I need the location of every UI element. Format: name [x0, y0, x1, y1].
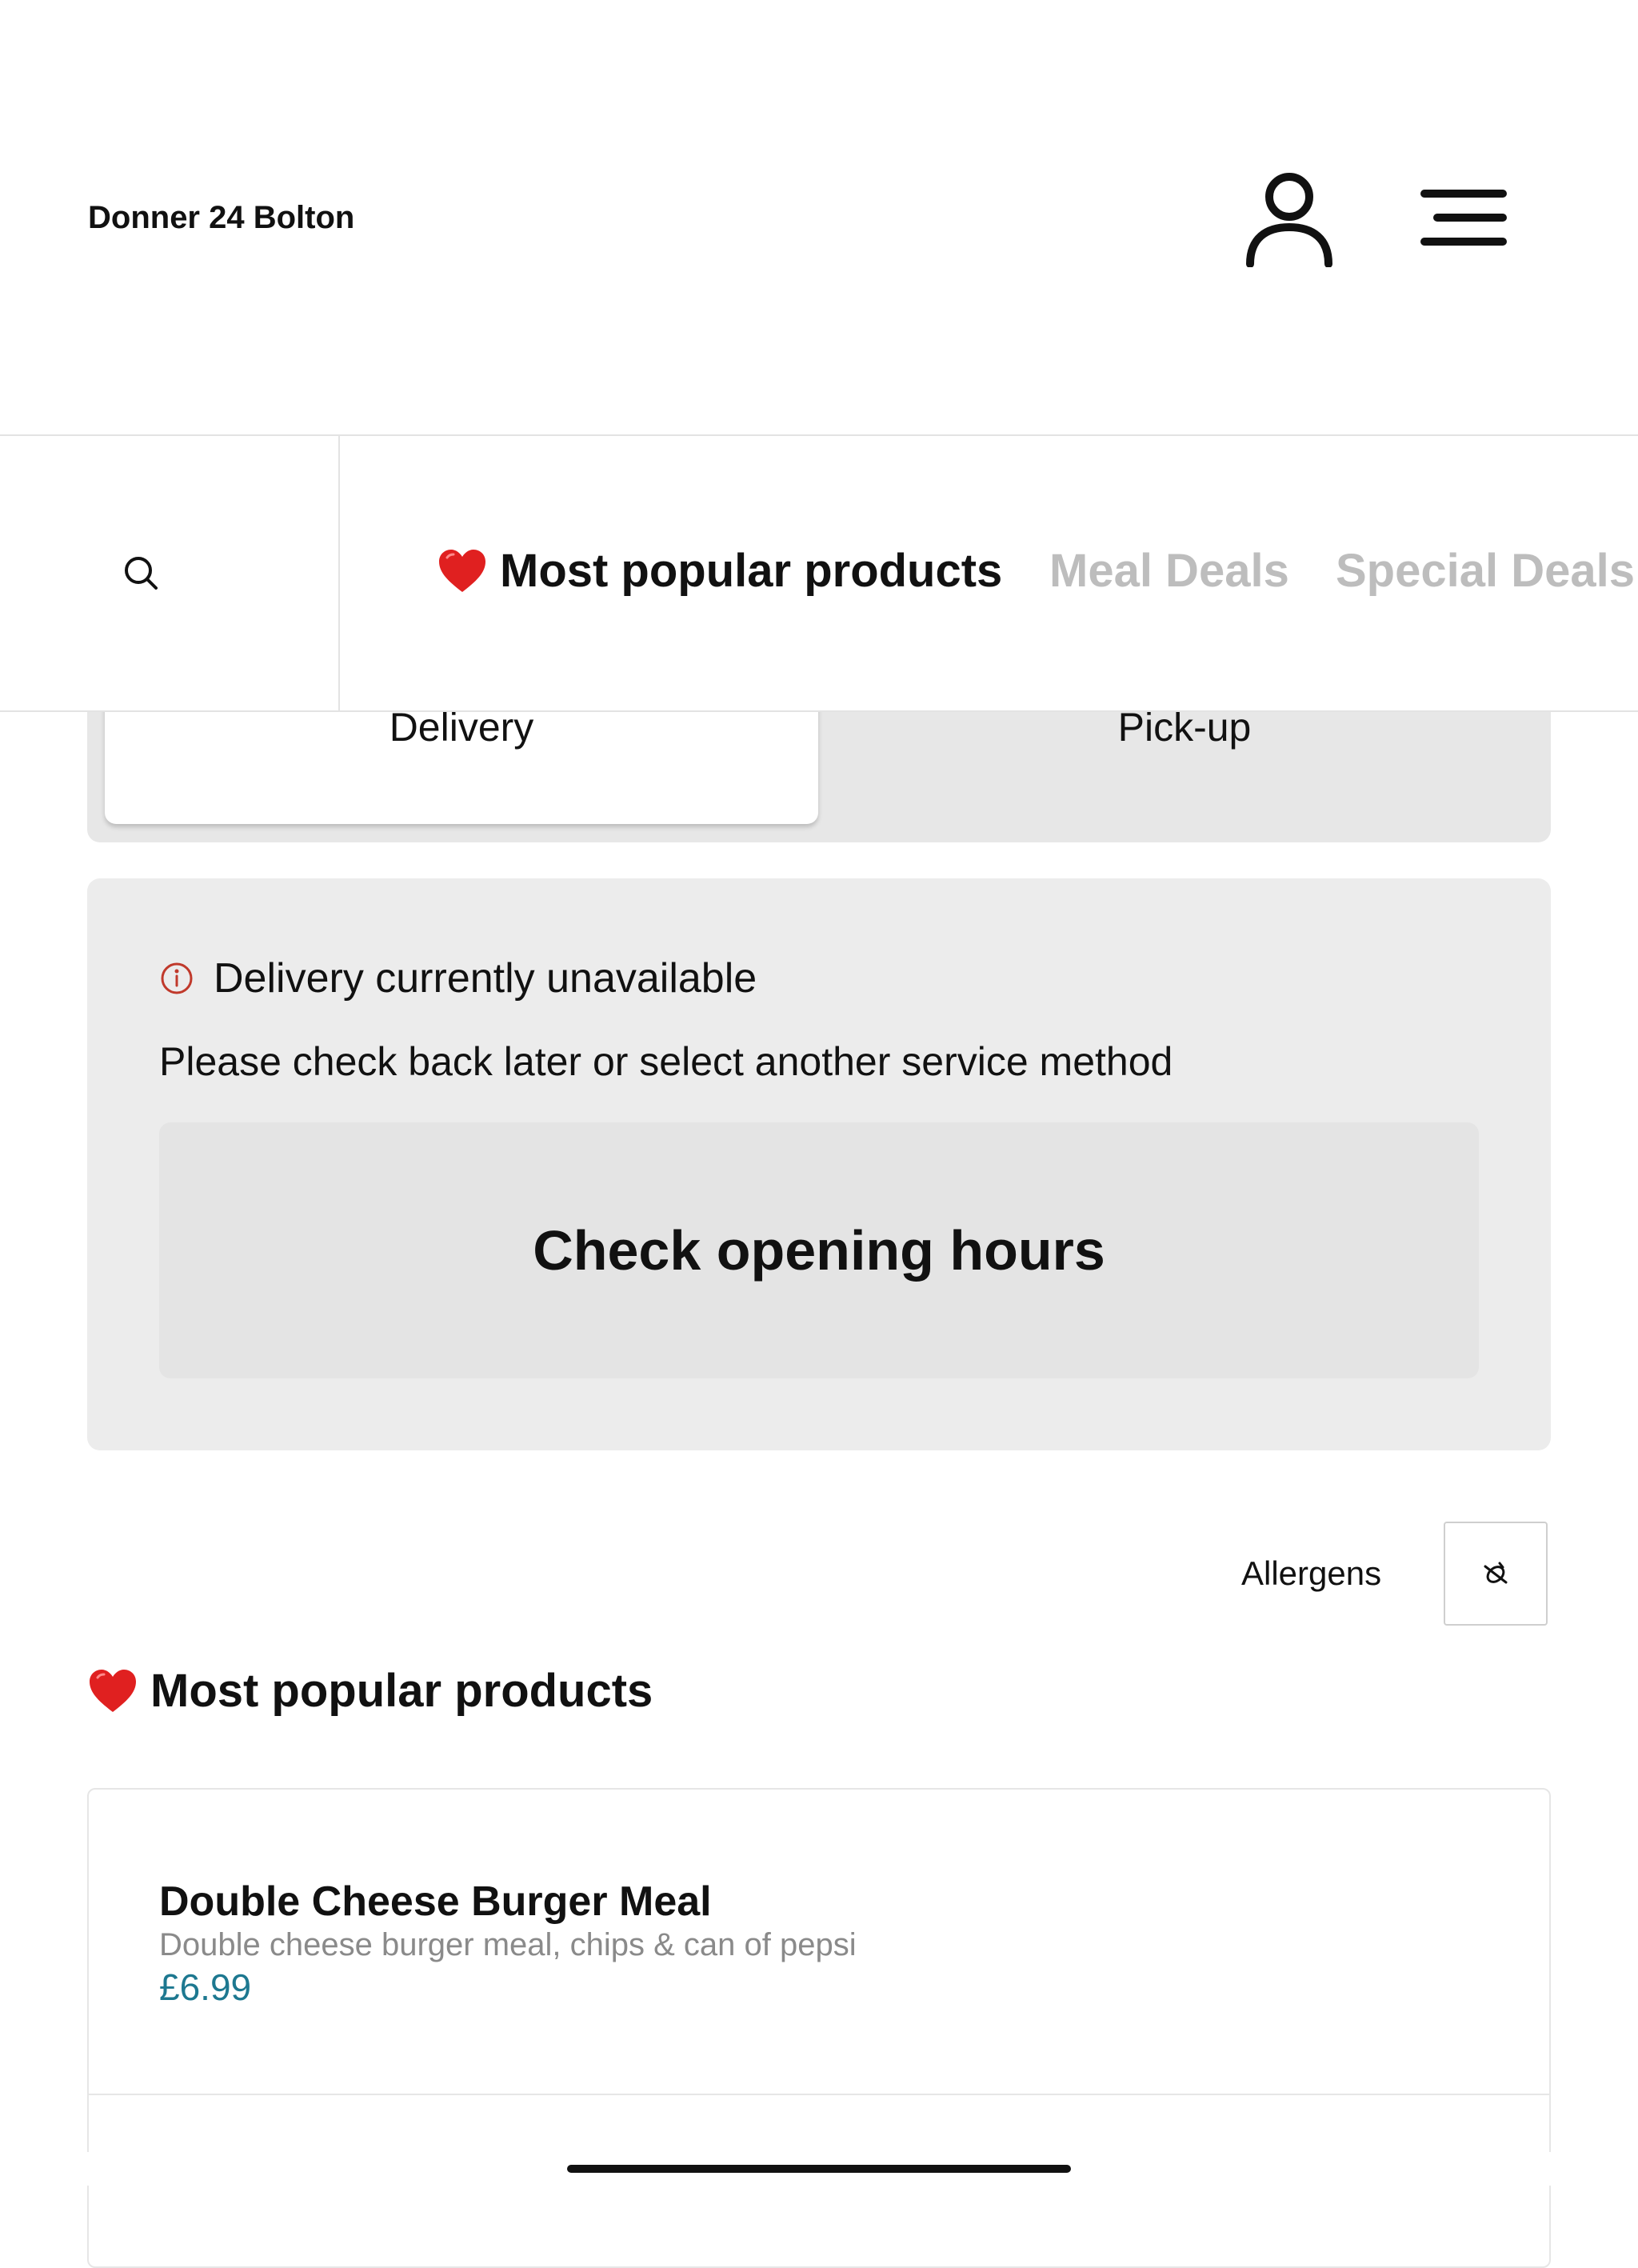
info-icon: [161, 962, 193, 994]
alert-title: Delivery currently unavailable: [214, 955, 757, 1002]
allergens-label: Allergens: [1241, 1554, 1382, 1592]
header: Donner 24 Bolton: [0, 0, 1638, 436]
category-nav-bar: Most popular products Meal Deals Special…: [0, 436, 1638, 712]
category-tabs: Most popular products Meal Deals Special…: [340, 436, 1638, 710]
home-indicator[interactable]: [567, 2165, 1071, 2173]
heart-icon: [439, 550, 485, 592]
delivery-unavailable-alert: Delivery currently unavailable Please ch…: [87, 878, 1551, 1450]
section-heading: Most popular products: [88, 1664, 653, 1718]
tab-most-popular-products[interactable]: Most popular products: [437, 548, 1002, 594]
product-divider: [89, 2094, 1549, 2095]
product-description: Double cheese burger meal, chips & can o…: [159, 1927, 857, 1962]
tab-label: Most popular products: [500, 545, 1003, 597]
section-title: Most popular products: [150, 1665, 653, 1717]
alert-title-row: Delivery currently unavailable: [159, 954, 757, 1002]
product-price: £6.99: [159, 1966, 252, 2008]
allergen-icon: [1484, 1562, 1508, 1584]
allergens-button[interactable]: [1444, 1522, 1548, 1626]
store-name[interactable]: Donner 24 Bolton: [88, 200, 354, 236]
product-card[interactable]: Double Cheese Burger Meal Double cheese …: [87, 1788, 1551, 2268]
search-button[interactable]: [0, 436, 340, 710]
search-icon: [125, 557, 158, 590]
hamburger-menu-icon[interactable]: [1420, 186, 1508, 250]
user-icon[interactable]: [1244, 168, 1335, 267]
check-opening-hours-button[interactable]: Check opening hours: [159, 1122, 1479, 1378]
heart-icon: [90, 1669, 136, 1712]
alert-message: Please check back later or select anothe…: [159, 1039, 1173, 1084]
product-name: Double Cheese Burger Meal: [159, 1878, 712, 1925]
tab-special-deals[interactable]: Special Deals: [1336, 548, 1635, 594]
tab-meal-deals[interactable]: Meal Deals: [1049, 548, 1289, 594]
